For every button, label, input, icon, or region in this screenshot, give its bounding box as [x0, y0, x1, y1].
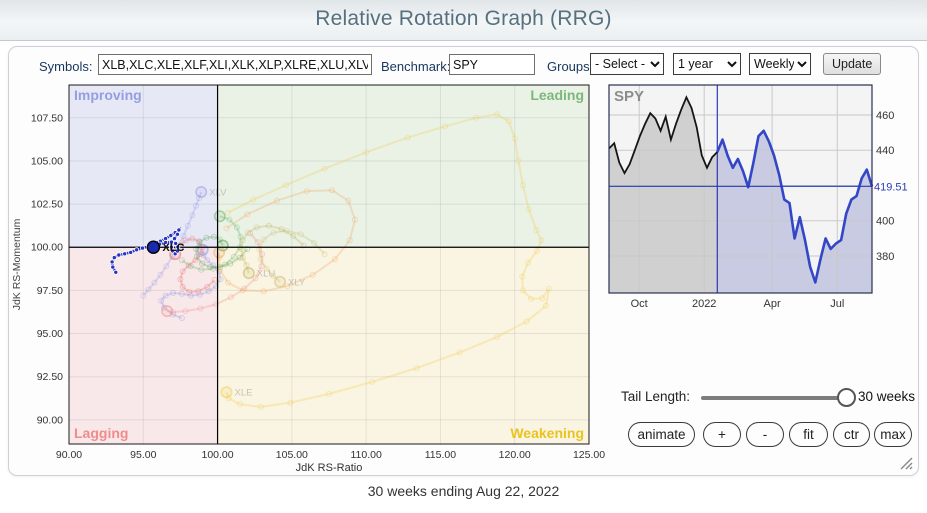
svg-text:120.00: 120.00 — [499, 449, 531, 461]
svg-text:102.50: 102.50 — [31, 199, 63, 211]
svg-text:Leading: Leading — [530, 87, 584, 103]
svg-text:115.00: 115.00 — [425, 449, 456, 461]
svg-text:2022: 2022 — [692, 298, 716, 310]
svg-text:105.00: 105.00 — [31, 155, 63, 167]
symbols-label: Symbols: — [39, 59, 92, 74]
frequency-select[interactable]: Weekly — [749, 53, 811, 75]
svg-text:Improving: Improving — [74, 87, 142, 103]
ctr-button[interactable]: ctr — [833, 422, 870, 447]
zoom-out-button[interactable]: - — [746, 422, 784, 447]
tail-length-value: 30 weeks — [858, 389, 915, 404]
svg-text:Oct: Oct — [631, 298, 648, 310]
svg-text:440: 440 — [876, 145, 894, 157]
svg-text:95.00: 95.00 — [130, 449, 156, 461]
svg-text:125.00: 125.00 — [573, 449, 605, 461]
svg-text:97.50: 97.50 — [37, 285, 63, 297]
svg-text:419.51: 419.51 — [874, 181, 908, 193]
svg-text:100.00: 100.00 — [31, 242, 63, 254]
svg-text:Weakening: Weakening — [510, 425, 584, 441]
benchmark-input[interactable] — [449, 54, 535, 75]
page-title: Relative Rotation Graph (RRG) — [0, 7, 927, 31]
groups-label: Groups: — [547, 59, 593, 74]
svg-text:XLC: XLC — [162, 242, 184, 254]
fit-button[interactable]: fit — [789, 422, 828, 447]
svg-text:XLE: XLE — [235, 388, 253, 399]
resize-icon — [897, 454, 913, 470]
svg-text:107.50: 107.50 — [31, 112, 63, 124]
spy-benchmark-chart[interactable]: Oct 2022 Apr Jul 419.51 460 440 400 380 SPY — [607, 81, 917, 313]
svg-text:SPY: SPY — [614, 88, 644, 105]
svg-text:380: 380 — [876, 251, 894, 263]
tail-length-label: Tail Length: — [621, 389, 690, 404]
max-button[interactable]: max — [874, 422, 912, 447]
svg-text:400: 400 — [876, 216, 894, 228]
svg-text:JdK RS-Momentum: JdK RS-Momentum — [11, 218, 23, 310]
svg-text:105.00: 105.00 — [276, 449, 308, 461]
zoom-in-button[interactable]: + — [703, 422, 741, 447]
svg-text:Jul: Jul — [830, 298, 844, 310]
app-window: Relative Rotation Graph (RRG) Symbols: B… — [0, 0, 927, 513]
rrg-chart[interactable]: 90.00 95.00 100.00 105.00 110.00 115.00 120.00… — [9, 79, 609, 477]
svg-text:Lagging: Lagging — [74, 425, 128, 441]
update-button[interactable]: Update — [823, 53, 881, 75]
svg-text:JdK RS-Ratio: JdK RS-Ratio — [296, 462, 363, 474]
app-header: Relative Rotation Graph (RRG) — [0, 0, 927, 41]
resize-handle[interactable] — [897, 454, 913, 470]
animate-button[interactable]: animate — [628, 422, 695, 447]
svg-text:XLY: XLY — [288, 277, 306, 288]
period-select[interactable]: 1 year — [673, 53, 741, 75]
svg-text:90.00: 90.00 — [56, 449, 82, 461]
svg-text:460: 460 — [876, 110, 894, 122]
symbols-input[interactable] — [98, 54, 372, 75]
tail-length-slider[interactable] — [701, 396, 849, 400]
svg-text:90.00: 90.00 — [37, 414, 63, 426]
svg-text:100.00: 100.00 — [202, 449, 234, 461]
svg-text:95.00: 95.00 — [37, 328, 63, 340]
footer-caption: 30 weeks ending Aug 22, 2022 — [0, 483, 927, 499]
svg-text:Apr: Apr — [764, 298, 781, 310]
svg-text:92.50: 92.50 — [37, 371, 63, 383]
groups-select[interactable]: - Select - — [590, 53, 664, 75]
rrg-panel: Symbols: Benchmark: Groups: - Select - 1… — [8, 46, 919, 476]
svg-text:110.00: 110.00 — [350, 449, 381, 461]
benchmark-label: Benchmark: — [381, 59, 450, 74]
tail-length-thumb[interactable] — [837, 388, 856, 407]
